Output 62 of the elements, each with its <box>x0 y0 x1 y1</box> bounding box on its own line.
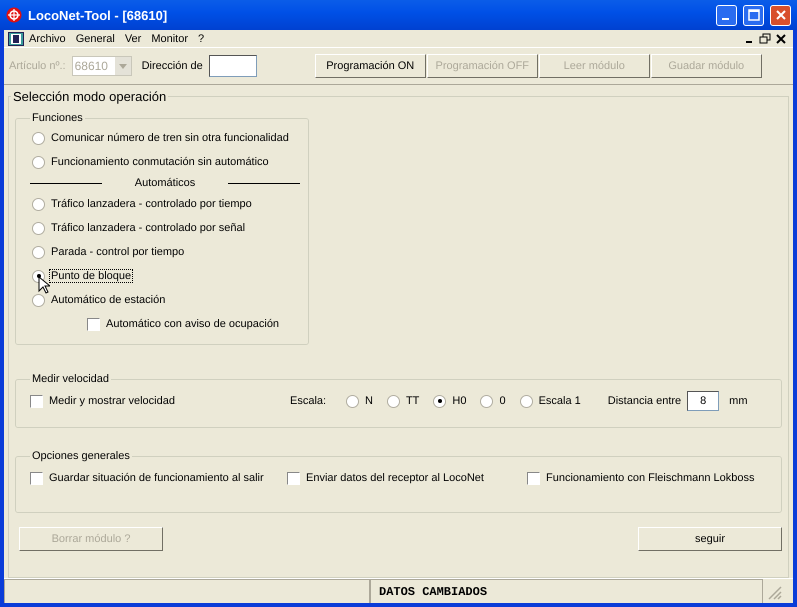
window-title: LocoNet-Tool - [68610] <box>28 8 168 22</box>
menu-item[interactable]: ? <box>193 32 210 44</box>
close-icon <box>774 9 786 21</box>
status-message: DATOS CAMBIADOS <box>379 584 488 598</box>
distance-field[interactable]: 8 <box>687 391 720 411</box>
radio-button[interactable] <box>32 222 45 234</box>
radio-button[interactable] <box>32 198 45 210</box>
option-label: Guardar situación de funcionamiento al salir <box>48 472 265 484</box>
group-title: Funciones <box>31 112 84 124</box>
option-label: Escala 1 <box>538 395 582 407</box>
minimize-button[interactable] <box>716 4 737 26</box>
menu-item[interactable]: Monitor <box>146 32 194 44</box>
group-title: Medir velocidad <box>31 373 110 385</box>
address-label: Dirección de <box>142 60 203 72</box>
option-label: Tráfico lanzadera - controlado por tiempo <box>50 198 253 210</box>
option-label: H0 <box>451 395 468 407</box>
menu-item[interactable]: General <box>70 32 120 44</box>
radio-button[interactable] <box>32 132 45 144</box>
group-title: Selección modo operación <box>12 89 168 104</box>
checkbox[interactable] <box>30 472 43 484</box>
option-label: Medir y mostrar velocidad <box>48 395 176 407</box>
restore-icon[interactable] <box>757 32 773 46</box>
radio-button[interactable] <box>32 156 45 168</box>
radio-button[interactable] <box>386 394 400 408</box>
maximize-icon <box>748 9 760 21</box>
action-button[interactable]: seguir <box>638 527 782 551</box>
maximize-button[interactable] <box>743 4 764 26</box>
radio-button[interactable] <box>32 246 45 258</box>
checkbox[interactable] <box>87 318 100 330</box>
option-label: N <box>364 395 374 407</box>
option-label: Punto de bloque <box>50 270 132 282</box>
option-label: Comunicar número de tren sin otra funcionalidad <box>50 132 290 144</box>
radio-button[interactable] <box>480 394 494 408</box>
checkbox[interactable] <box>30 394 43 408</box>
option-label: TT <box>404 395 420 407</box>
option-label: Funcionamiento con Fleischmann Lokboss <box>545 472 756 484</box>
radio-button[interactable] <box>32 294 45 306</box>
checkbox[interactable] <box>527 472 540 484</box>
group-title: Opciones generales <box>31 450 131 462</box>
app-logo-icon <box>6 7 22 23</box>
unit-label: mm <box>728 395 748 407</box>
option-label: Parada - control por tiempo <box>50 246 186 258</box>
address-field[interactable] <box>208 55 257 77</box>
radio-button[interactable] <box>346 394 359 408</box>
option-label: Tráfico lanzadera - controlado por señal <box>50 222 246 234</box>
menu-item[interactable]: Ver <box>120 32 146 44</box>
option-label: Automático de estación <box>50 294 166 306</box>
option-label: 0 <box>498 395 507 407</box>
menu-item[interactable]: Archivo <box>24 32 71 44</box>
article-label: Artículo nº.: <box>9 60 66 72</box>
option-label: Funcionamiento conmutación sin automático <box>50 156 270 168</box>
minimize-icon <box>722 18 728 20</box>
checkbox[interactable] <box>287 472 300 484</box>
option-label: Enviar datos del receptor al LocoNet <box>305 472 485 484</box>
option-label: Automático con aviso de ocupación <box>105 318 280 330</box>
distance-label: Distancia entre <box>606 395 682 407</box>
section-label: Automáticos <box>134 177 196 189</box>
scale-label: Escala: <box>289 395 328 407</box>
toolbar-button[interactable]: Programación ON <box>314 54 426 78</box>
radio-button[interactable] <box>520 394 533 408</box>
close-button[interactable] <box>770 4 791 26</box>
radio-button[interactable] <box>433 394 446 408</box>
